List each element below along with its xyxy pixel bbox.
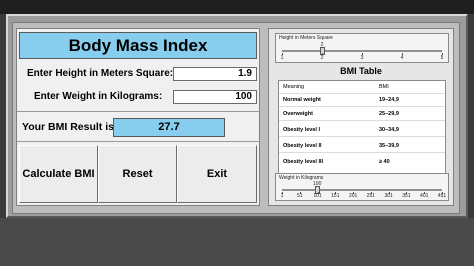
height-slider-track <box>282 50 442 52</box>
weight-slider-tick-label: 51 <box>296 193 303 199</box>
row-bmi: 25–29,9 <box>379 111 399 117</box>
calculate-bmi-button[interactable]: Calculate BMI <box>19 145 98 203</box>
weight-slider-tick-label: 301 <box>384 193 393 199</box>
weight-slider-track <box>282 189 442 191</box>
exit-button[interactable]: Exit <box>177 145 257 203</box>
weight-slider-tick-label: 1 <box>280 193 284 199</box>
table-header-row: Meaning BMI <box>279 81 445 94</box>
bmi-table-title: BMI Table <box>340 66 382 76</box>
app-title: Body Mass Index <box>19 32 257 59</box>
weight-input[interactable]: 100 <box>173 90 257 104</box>
weight-slider[interactable]: Weight in Kilograms 100 1 51 101 151 201 251 3… <box>275 173 449 201</box>
height-slider-tick-label: 3 <box>360 55 364 61</box>
table-row: Obesity level I 30–34,9 <box>279 124 445 137</box>
height-slider-tick-label: 5 <box>440 55 444 61</box>
top-bar <box>0 0 474 14</box>
row-bmi: ≥ 40 <box>379 159 390 165</box>
weight-label: Enter Weight in Kilograms: <box>34 91 163 102</box>
bmi-result-field: 27.7 <box>113 118 225 137</box>
row-meaning: Obesity level I <box>283 127 320 133</box>
table-row: Obesity level III ≥ 40 <box>279 156 445 169</box>
row-meaning: Normal weight <box>283 97 321 103</box>
height-slider[interactable]: Height in Meters Square 2 12345 <box>275 33 449 63</box>
row-meaning: Overweight <box>283 111 313 117</box>
weight-slider-tick-label: 101 <box>313 193 322 199</box>
row-bmi: 35–39,9 <box>379 143 399 149</box>
weight-slider-tick-label: 351 <box>402 193 411 199</box>
header-meaning: Meaning <box>283 84 305 90</box>
table-row: Obesity level II 35–39,9 <box>279 140 445 153</box>
bmi-info-panel: Height in Meters Square 2 12345 BMI Tabl… <box>268 28 454 206</box>
row-meaning: Obesity level III <box>283 159 324 165</box>
divider <box>17 141 259 142</box>
divider <box>17 111 259 112</box>
row-meaning: Obesity level II <box>283 143 322 149</box>
table-row: Normal weight 19–24,9 <box>279 94 445 107</box>
header-bmi: BMI <box>379 84 389 90</box>
bmi-calculator-panel: Body Mass Index Enter Height in Meters S… <box>16 28 260 206</box>
weight-slider-tick-label: 451 <box>437 193 447 199</box>
bottom-bar <box>0 218 474 266</box>
height-slider-tick-label: 1 <box>280 55 284 61</box>
height-label: Enter Height in Meters Square: <box>27 68 174 79</box>
reset-button[interactable]: Reset <box>98 145 177 203</box>
weight-slider-tick-label: 151 <box>331 193 340 199</box>
row-bmi: 30–34,9 <box>379 127 399 133</box>
table-row: Overweight 25–29,9 <box>279 108 445 121</box>
result-label: Your BMI Result is: <box>22 121 118 133</box>
height-slider-tick-label: 2 <box>320 55 324 61</box>
weight-slider-tick-label: 201 <box>348 193 358 199</box>
weight-slider-tick-label: 401 <box>420 193 429 199</box>
height-slider-title: Height in Meters Square <box>279 35 333 41</box>
height-input[interactable]: 1.9 <box>173 67 257 81</box>
height-slider-tick-label: 4 <box>400 55 404 61</box>
row-bmi: 19–24,9 <box>379 97 399 103</box>
bmi-table: Meaning BMI Normal weight 19–24,9 Overwe… <box>278 80 446 180</box>
weight-slider-tick-label: 251 <box>366 193 376 199</box>
